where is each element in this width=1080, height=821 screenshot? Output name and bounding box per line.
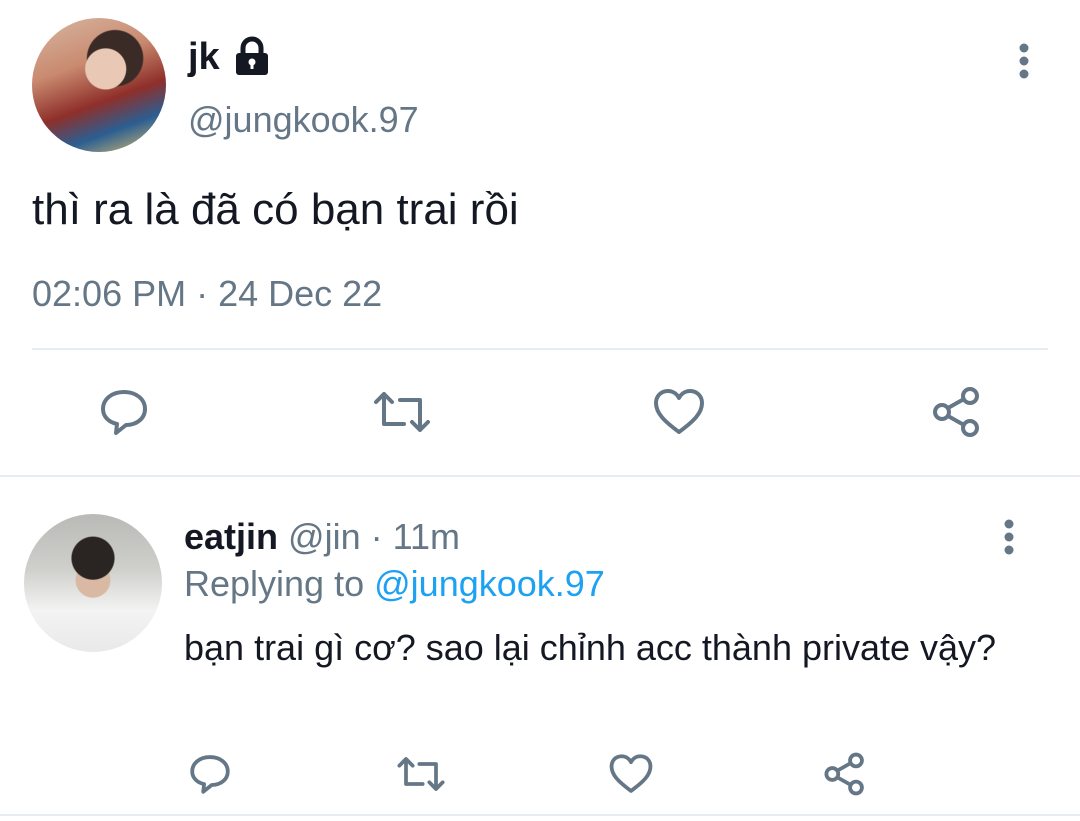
- tweet-text: thì ra là đã có bạn trai rồi: [32, 185, 519, 234]
- reply-handle-time[interactable]: @jin · 11m: [288, 516, 460, 557]
- reply-icon[interactable]: [188, 752, 232, 796]
- heart-icon[interactable]: [608, 752, 653, 796]
- lock-icon: [232, 36, 272, 76]
- more-vertical-icon[interactable]: [1014, 42, 1034, 82]
- retweet-icon[interactable]: [396, 752, 445, 796]
- more-vertical-icon[interactable]: [999, 518, 1019, 558]
- reply-header: eatjin @jin · 11m: [184, 515, 460, 559]
- avatar[interactable]: [24, 514, 162, 652]
- mention-link[interactable]: @jungkook.97: [374, 563, 605, 604]
- divider: [32, 348, 1048, 350]
- divider: [0, 814, 1080, 816]
- user-handle[interactable]: @jungkook.97: [188, 98, 419, 142]
- share-icon[interactable]: [822, 752, 866, 796]
- replying-prefix: Replying to: [184, 563, 365, 604]
- replying-to: Replying to @jungkook.97: [184, 562, 605, 606]
- tweet-timestamp[interactable]: 02:06 PM · 24 Dec 22: [32, 272, 382, 316]
- retweet-icon[interactable]: [372, 386, 430, 438]
- display-name[interactable]: eatjin: [184, 516, 278, 557]
- share-icon[interactable]: [930, 386, 982, 438]
- heart-icon[interactable]: [652, 386, 704, 438]
- divider: [0, 475, 1080, 477]
- avatar[interactable]: [32, 18, 166, 152]
- reply-icon[interactable]: [98, 386, 150, 438]
- display-name[interactable]: jk: [188, 34, 220, 80]
- reply-text: bạn trai gì cơ? sao lại chỉnh acc thành …: [184, 627, 997, 668]
